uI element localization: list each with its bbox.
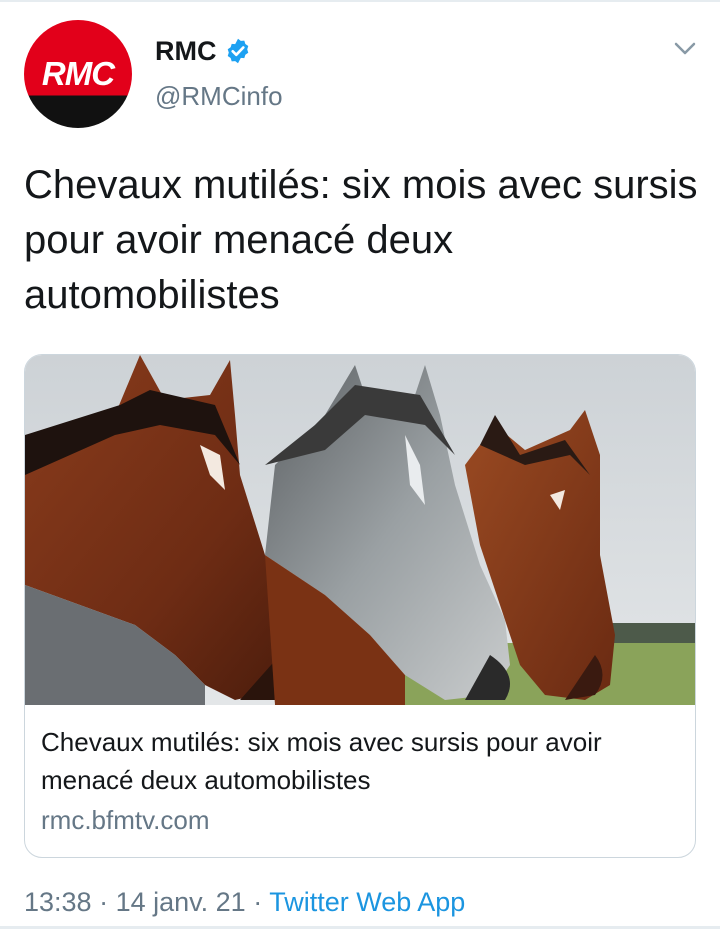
user-handle[interactable]: @RMCinfo xyxy=(155,81,283,112)
tweet-meta: 13:38 · 14 janv. 21 · Twitter Web App xyxy=(24,887,465,918)
display-name[interactable]: RMC xyxy=(155,36,217,67)
chevron-down-icon[interactable] xyxy=(672,38,698,60)
card-domain: rmc.bfmtv.com xyxy=(41,805,210,835)
link-card[interactable]: Chevaux mutilés: six mois avec sursis po… xyxy=(24,354,696,858)
verified-badge-icon xyxy=(224,37,252,65)
card-title[interactable]: Chevaux mutilés: six mois avec sursis po… xyxy=(41,723,686,799)
meta-separator: · xyxy=(91,887,116,917)
tweet-date[interactable]: 14 janv. 21 xyxy=(116,887,246,917)
meta-separator: · xyxy=(245,887,270,917)
top-divider xyxy=(0,0,720,2)
tweet-time[interactable]: 13:38 xyxy=(24,887,92,917)
avatar[interactable]: RMC xyxy=(24,20,132,128)
avatar-logo-text: RMC xyxy=(41,55,115,92)
tweet-text: Chevaux mutilés: six mois avec sursis po… xyxy=(24,163,698,317)
tweet-source-link[interactable]: Twitter Web App xyxy=(269,887,465,917)
author-name-row[interactable]: RMC xyxy=(155,33,252,69)
card-image-horses[interactable] xyxy=(25,355,695,705)
